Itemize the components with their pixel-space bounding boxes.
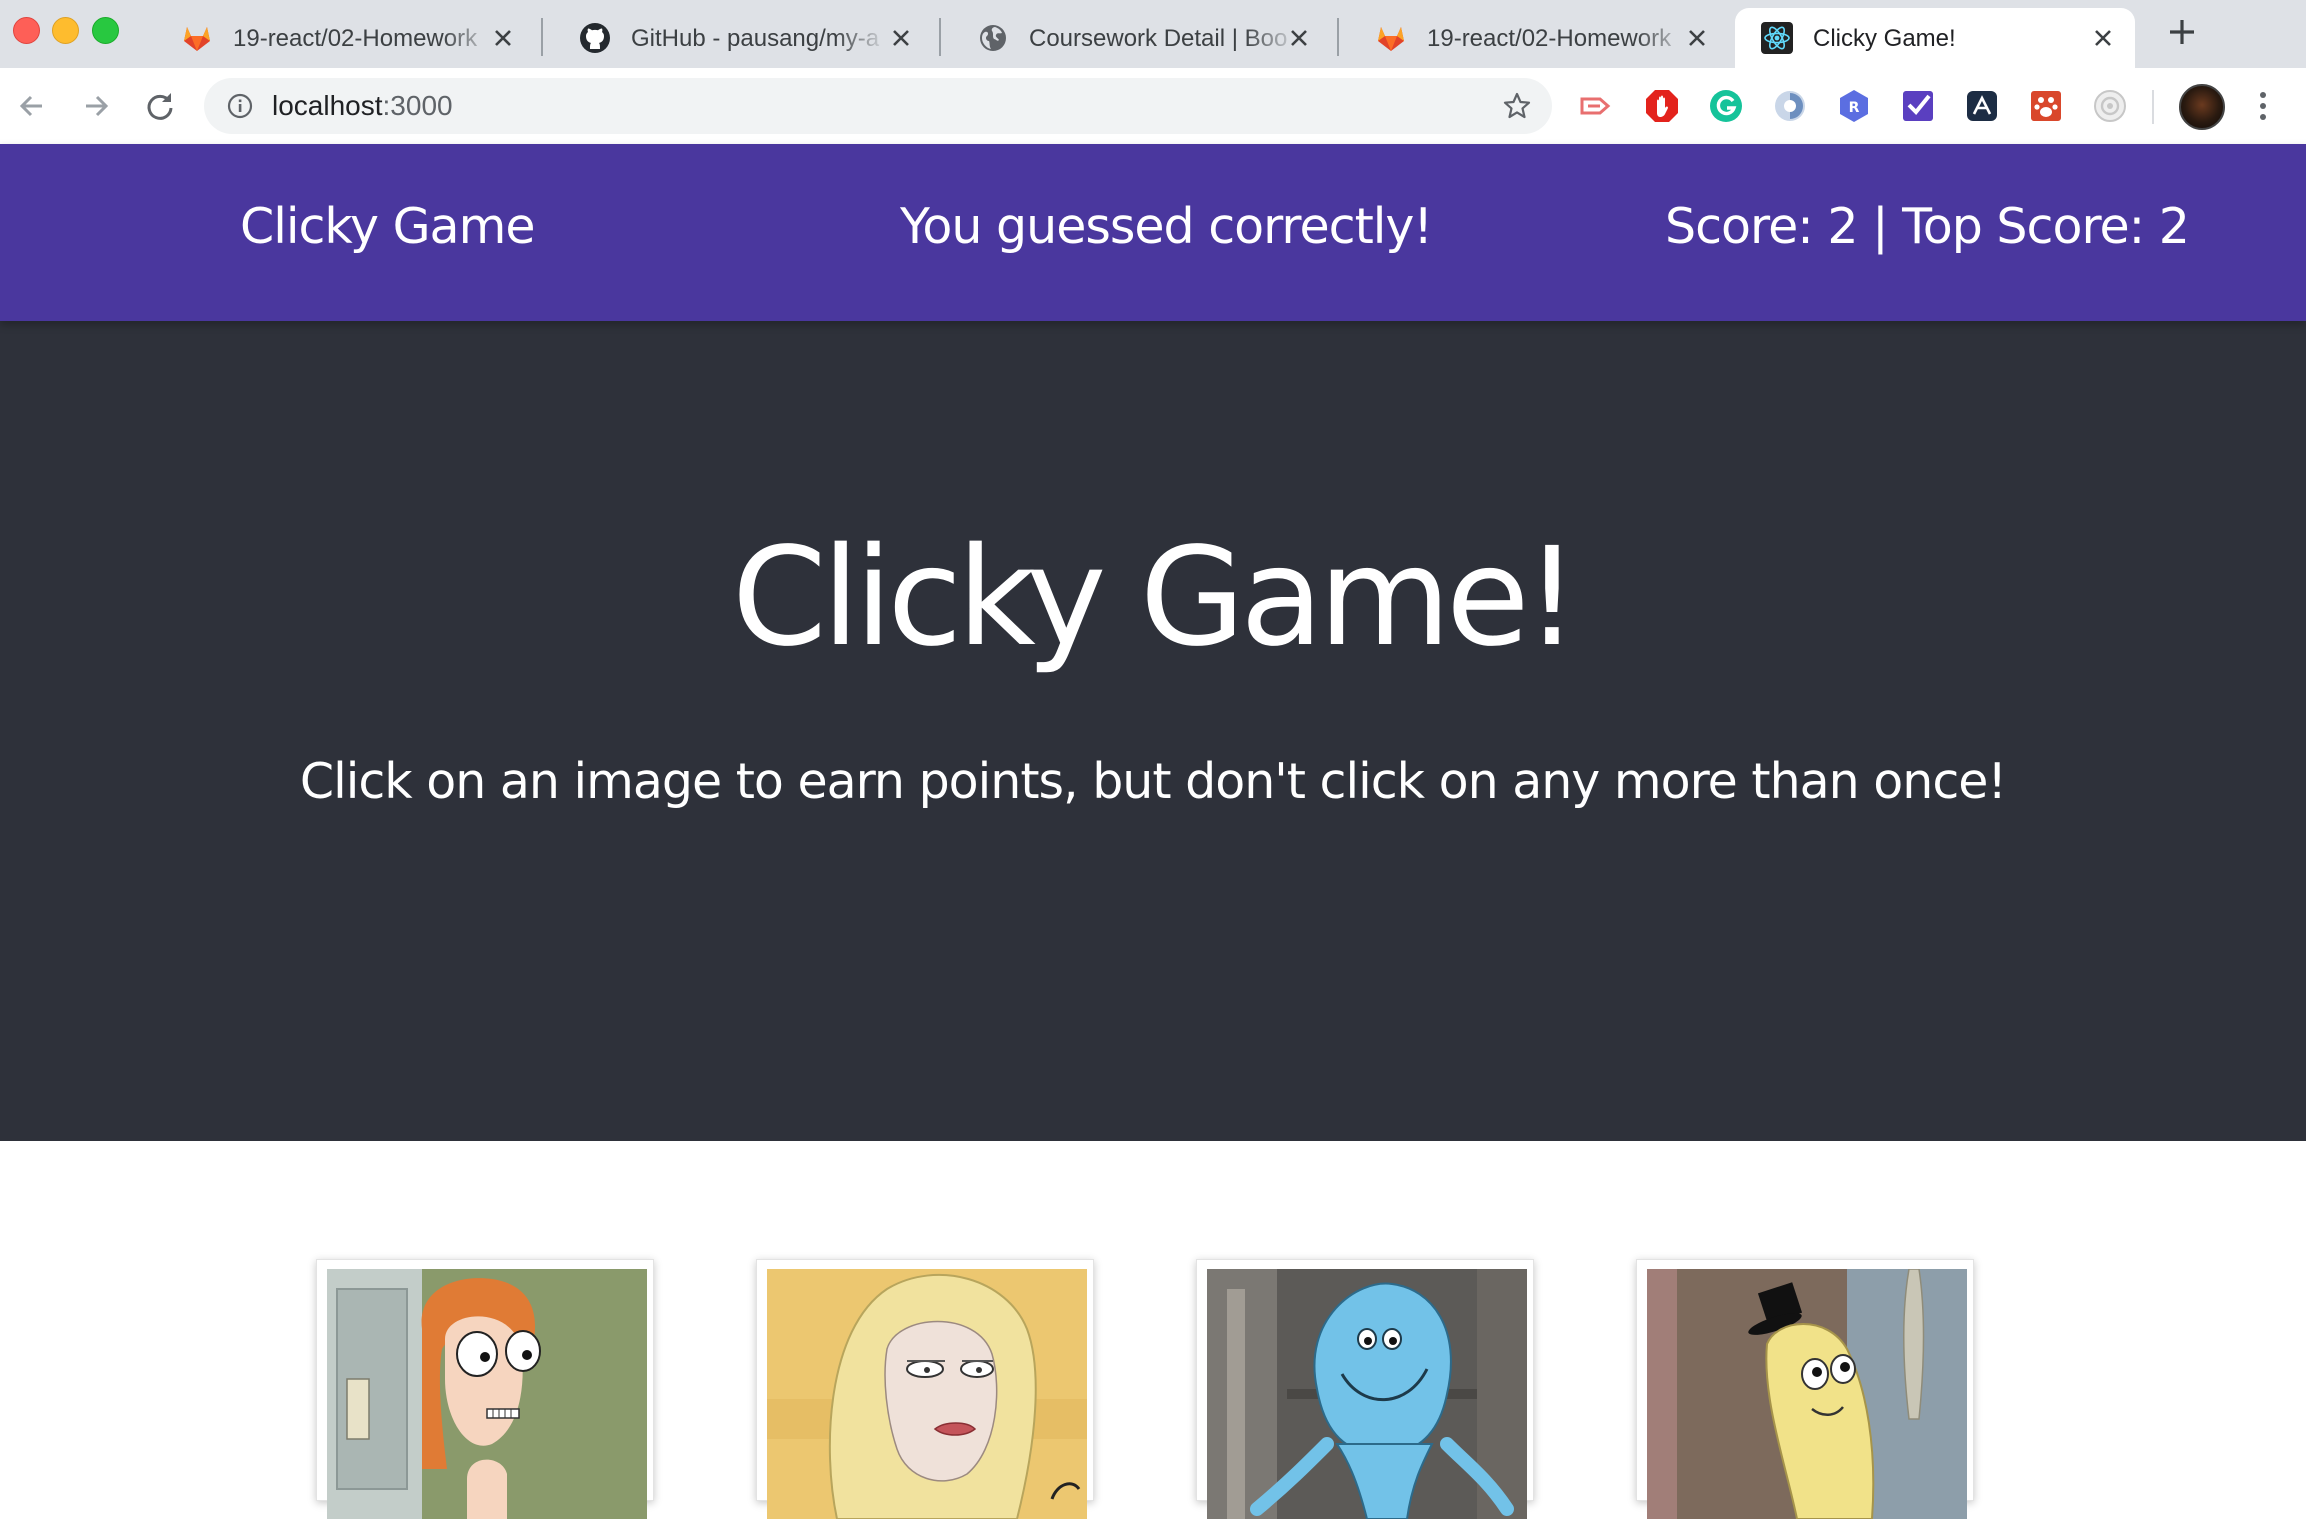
- character-card-summer[interactable]: [316, 1259, 654, 1519]
- globe-icon: [980, 25, 1006, 51]
- url-port: :3000: [382, 90, 453, 121]
- hero-instructions: Click on an image to earn points, but do…: [299, 753, 2007, 810]
- tab-separator: [939, 18, 941, 56]
- extension-icon[interactable]: [1772, 88, 1808, 124]
- url-text: localhost:3000: [272, 88, 453, 124]
- paw-extension-icon[interactable]: [2028, 88, 2064, 124]
- character-card-beth[interactable]: [756, 1259, 1094, 1519]
- brand-link[interactable]: Clicky Game: [240, 144, 535, 321]
- reload-icon[interactable]: [140, 86, 180, 126]
- close-window-button[interactable]: [13, 17, 40, 44]
- site-info-icon[interactable]: [226, 92, 254, 120]
- tab-title: 19-react/02-Homework: [233, 25, 478, 52]
- profile-avatar[interactable]: [2179, 84, 2225, 130]
- character-card-mr-meeseeks[interactable]: [1196, 1259, 1534, 1519]
- character-grid: [0, 1141, 2306, 1519]
- camera-extension-icon[interactable]: [2092, 88, 2128, 124]
- minimize-window-button[interactable]: [52, 17, 79, 44]
- github-icon: [580, 23, 610, 53]
- new-tab-icon[interactable]: [2164, 14, 2200, 50]
- tab-clicky-game[interactable]: Clicky Game!: [1735, 8, 2135, 68]
- r-extension-icon[interactable]: R: [1836, 88, 1872, 124]
- summer-image[interactable]: [327, 1269, 647, 1519]
- dashboard-extension-icon[interactable]: [1964, 88, 2000, 124]
- navbar: Clicky Game You guessed correctly! Score…: [0, 144, 2306, 321]
- close-tab-icon[interactable]: [1683, 24, 1711, 52]
- guess-feedback-message: You guessed correctly!: [900, 198, 1433, 255]
- maximize-window-button[interactable]: [92, 17, 119, 44]
- close-tab-icon[interactable]: [2089, 24, 2117, 52]
- close-tab-icon[interactable]: [887, 24, 915, 52]
- browser-toolbar: localhost:3000 R: [0, 68, 2306, 145]
- forward-icon[interactable]: [76, 86, 116, 126]
- hero-title: Clicky Game!: [731, 519, 1579, 677]
- tab-gitlab-homework-2[interactable]: 19-react/02-Homework: [1349, 8, 1729, 68]
- hero-jumbotron: Clicky Game! Click on an image to earn p…: [0, 321, 2306, 1141]
- beth-image[interactable]: [767, 1269, 1087, 1519]
- tab-title: Coursework Detail | Boo: [1029, 25, 1288, 52]
- gitlab-icon: [1378, 27, 1404, 51]
- toolbar-divider: [2152, 90, 2154, 124]
- tab-title: 19-react/02-Homework: [1427, 25, 1672, 52]
- grammarly-icon[interactable]: [1708, 88, 1744, 124]
- score-display: Score: 2 | Top Score: 2: [1665, 198, 2190, 255]
- tab-coursework-detail[interactable]: Coursework Detail | Boo: [951, 8, 1331, 68]
- address-bar[interactable]: localhost:3000: [204, 78, 1552, 134]
- more-menu-icon[interactable]: [2250, 88, 2276, 124]
- tab-separator: [541, 18, 543, 56]
- mr-poopybutthole-image[interactable]: [1647, 1269, 1967, 1519]
- checkmark-extension-icon[interactable]: [1900, 88, 1936, 124]
- svg-text:R: R: [1849, 100, 1860, 116]
- close-tab-icon[interactable]: [489, 24, 517, 52]
- url-host: localhost: [272, 90, 383, 121]
- tab-title: GitHub - pausang/my-a: [631, 25, 880, 52]
- back-icon[interactable]: [12, 86, 52, 126]
- cast-icon[interactable]: [1578, 88, 1614, 124]
- close-tab-icon[interactable]: [1285, 24, 1313, 52]
- tab-gitlab-homework-1[interactable]: 19-react/02-Homework: [155, 8, 535, 68]
- tab-strip: 19-react/02-Homework GitHub - pausang/my…: [0, 0, 2306, 68]
- gitlab-icon: [184, 27, 210, 51]
- tab-separator: [1337, 18, 1339, 56]
- mr-meeseeks-image[interactable]: [1207, 1269, 1527, 1519]
- character-card-mr-poopybutthole[interactable]: [1636, 1259, 1974, 1519]
- react-icon: [1761, 22, 1793, 54]
- adblock-icon[interactable]: [1644, 88, 1680, 124]
- bookmark-star-icon[interactable]: [1502, 91, 1532, 121]
- tab-title: Clicky Game!: [1813, 25, 1956, 52]
- tab-github-repo[interactable]: GitHub - pausang/my-a: [553, 8, 933, 68]
